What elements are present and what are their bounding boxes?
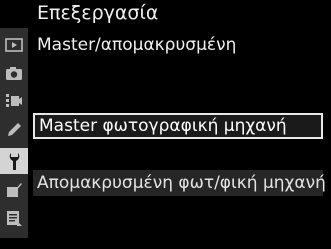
setup-wrench-icon[interactable] bbox=[0, 148, 28, 174]
menu-subtitle: Master/απομακρυσμένη bbox=[37, 35, 237, 55]
master-camera-option[interactable]: Master φωτογραφική μηχανή bbox=[33, 113, 323, 139]
playback-menu-icon[interactable] bbox=[3, 34, 25, 56]
custom-settings-pencil-icon[interactable] bbox=[3, 119, 25, 141]
retouch-menu-icon[interactable] bbox=[3, 179, 25, 201]
menu-title: Επεξεργασία bbox=[37, 2, 159, 24]
photo-shooting-menu-icon[interactable] bbox=[3, 62, 25, 84]
remote-camera-option[interactable]: Απομακρυσμένη φωτ/φική μηχανή bbox=[33, 170, 326, 196]
movie-shooting-menu-icon[interactable] bbox=[3, 90, 25, 112]
menu-sidebar bbox=[0, 28, 28, 238]
my-menu-icon[interactable] bbox=[3, 207, 25, 229]
